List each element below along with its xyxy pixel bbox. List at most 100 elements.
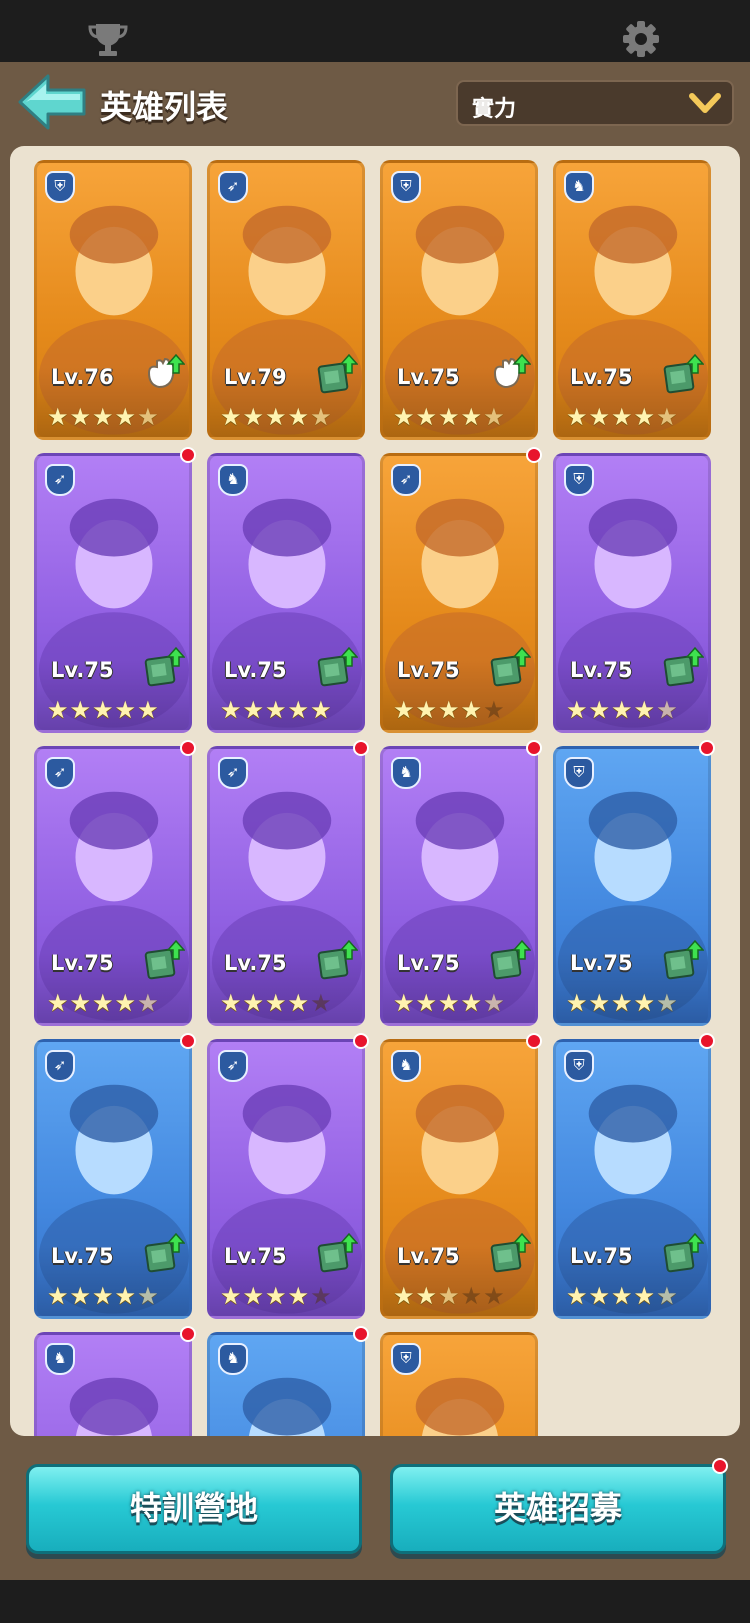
star-icon: ★ [633, 696, 657, 724]
star-icon: ★ [438, 696, 461, 724]
bow-role-icon: ➶ [391, 464, 421, 496]
hero-card[interactable]: ⛨ [380, 1332, 538, 1436]
skill-book-upgrade-icon [490, 939, 531, 980]
star-rating: ★★★★★ [566, 403, 706, 431]
hero-card[interactable]: ⛨ Lv.75 ★★★★★ [553, 1039, 711, 1319]
star-icon: ★ [588, 696, 612, 724]
star-icon: ★ [265, 696, 288, 724]
star-icon: ★ [633, 403, 657, 431]
star-icon: ★ [287, 989, 311, 1017]
star-icon: ★ [220, 696, 243, 724]
star-icon: ★ [415, 989, 439, 1017]
notification-dot [526, 1033, 542, 1049]
glove-upgrade-icon [493, 353, 531, 389]
star-icon: ★ [460, 1282, 484, 1310]
star-icon: ★ [656, 1282, 679, 1310]
notification-dot [180, 447, 196, 463]
star-icon: ★ [114, 403, 138, 431]
skill-book-upgrade-icon [144, 939, 185, 980]
bow-role-icon: ➶ [218, 171, 248, 203]
hero-card[interactable]: ⛨ Lv.75 ★★★★★ [553, 746, 711, 1026]
hero-card[interactable]: ♞ Lv.75 ★★★★★ [380, 746, 538, 1026]
shield-role-icon: ⛨ [45, 171, 75, 203]
star-rating: ★★★★★ [393, 989, 533, 1017]
horse-role-icon: ♞ [218, 464, 248, 496]
star-icon: ★ [265, 403, 288, 431]
hero-card[interactable]: ➶ Lv.75 ★★★★★ [207, 746, 365, 1026]
hero-card[interactable]: ♞ Lv.75 ★★★★★ [207, 453, 365, 733]
hero-card[interactable]: ♞ Lv.75 ★★★★★ [553, 160, 711, 440]
skill-book-upgrade-icon [317, 939, 358, 980]
hero-recruit-button[interactable]: 英雄招募 [390, 1464, 726, 1554]
notification-dot [353, 740, 369, 756]
star-icon: ★ [92, 1282, 115, 1310]
star-rating: ★★★★★ [47, 696, 187, 724]
hero-card[interactable]: ♞ Lv.75 ★★★★★ [380, 1039, 538, 1319]
star-icon: ★ [114, 1282, 138, 1310]
skill-book-upgrade-icon [317, 1232, 358, 1273]
star-icon: ★ [588, 1282, 612, 1310]
star-icon: ★ [415, 403, 439, 431]
star-icon: ★ [415, 696, 439, 724]
star-icon: ★ [566, 989, 589, 1017]
star-icon: ★ [69, 696, 93, 724]
notification-dot [699, 1033, 715, 1049]
bow-role-icon: ➶ [45, 464, 75, 496]
star-icon: ★ [92, 403, 115, 431]
hero-level: Lv.75 [397, 365, 460, 389]
star-icon: ★ [220, 1282, 243, 1310]
shield-role-icon: ⛨ [391, 1343, 421, 1375]
notification-dot [180, 1033, 196, 1049]
hero-card[interactable]: ♞ [34, 1332, 192, 1436]
hero-list-panel: ⛨ Lv.76 ★★★★★ ➶ Lv.79 ★★★★★ ⛨ Lv.75 ★★★★★ ♞ Lv.75 ★… [10, 146, 740, 1436]
hero-level: Lv.75 [224, 658, 287, 682]
star-icon: ★ [220, 403, 243, 431]
star-icon: ★ [310, 989, 333, 1017]
back-arrow-icon[interactable] [16, 72, 88, 132]
sort-dropdown[interactable]: 實力 [456, 80, 734, 126]
star-icon: ★ [265, 989, 288, 1017]
hero-level: Lv.75 [397, 658, 460, 682]
notification-dot [526, 740, 542, 756]
hero-card[interactable]: ➶ Lv.79 ★★★★★ [207, 160, 365, 440]
hero-card[interactable]: ⛨ Lv.75 ★★★★★ [380, 160, 538, 440]
header: 英雄列表 實力 [0, 62, 750, 144]
star-icon: ★ [588, 989, 612, 1017]
hero-card[interactable]: ➶ Lv.75 ★★★★★ [34, 746, 192, 1026]
notification-dot [180, 1326, 196, 1342]
hero-level: Lv.76 [51, 365, 114, 389]
star-icon: ★ [656, 696, 679, 724]
hero-card[interactable]: ➶ Lv.75 ★★★★★ [34, 453, 192, 733]
gear-icon[interactable] [622, 20, 660, 58]
notification-dot [353, 1326, 369, 1342]
hero-card[interactable]: ⛨ Lv.76 ★★★★★ [34, 160, 192, 440]
trophy-icon[interactable] [88, 22, 128, 58]
star-icon: ★ [611, 989, 634, 1017]
hero-level: Lv.75 [224, 951, 287, 975]
hero-card[interactable]: ➶ Lv.75 ★★★★★ [34, 1039, 192, 1319]
bow-role-icon: ➶ [218, 757, 248, 789]
star-icon: ★ [69, 1282, 93, 1310]
star-icon: ★ [265, 1282, 288, 1310]
hero-level: Lv.79 [224, 365, 287, 389]
hero-card[interactable]: ♞ [207, 1332, 365, 1436]
star-icon: ★ [393, 1282, 416, 1310]
skill-book-upgrade-icon [490, 1232, 531, 1273]
star-icon: ★ [69, 403, 93, 431]
sort-selected-value: 實力 [472, 97, 517, 122]
hero-card[interactable]: ➶ Lv.75 ★★★★★ [380, 453, 538, 733]
skill-book-upgrade-icon [663, 939, 704, 980]
hero-level: Lv.75 [51, 951, 114, 975]
hero-card[interactable]: ⛨ Lv.75 ★★★★★ [553, 453, 711, 733]
hero-card[interactable]: ➶ Lv.75 ★★★★★ [207, 1039, 365, 1319]
star-icon: ★ [47, 403, 70, 431]
training-camp-button[interactable]: 特訓營地 [26, 1464, 362, 1554]
star-rating: ★★★★★ [393, 696, 533, 724]
star-icon: ★ [287, 696, 311, 724]
page-title: 英雄列表 [100, 88, 229, 126]
horse-role-icon: ♞ [45, 1343, 75, 1375]
star-icon: ★ [438, 403, 461, 431]
star-icon: ★ [611, 696, 634, 724]
shield-role-icon: ⛨ [564, 464, 594, 496]
shield-role-icon: ⛨ [391, 171, 421, 203]
